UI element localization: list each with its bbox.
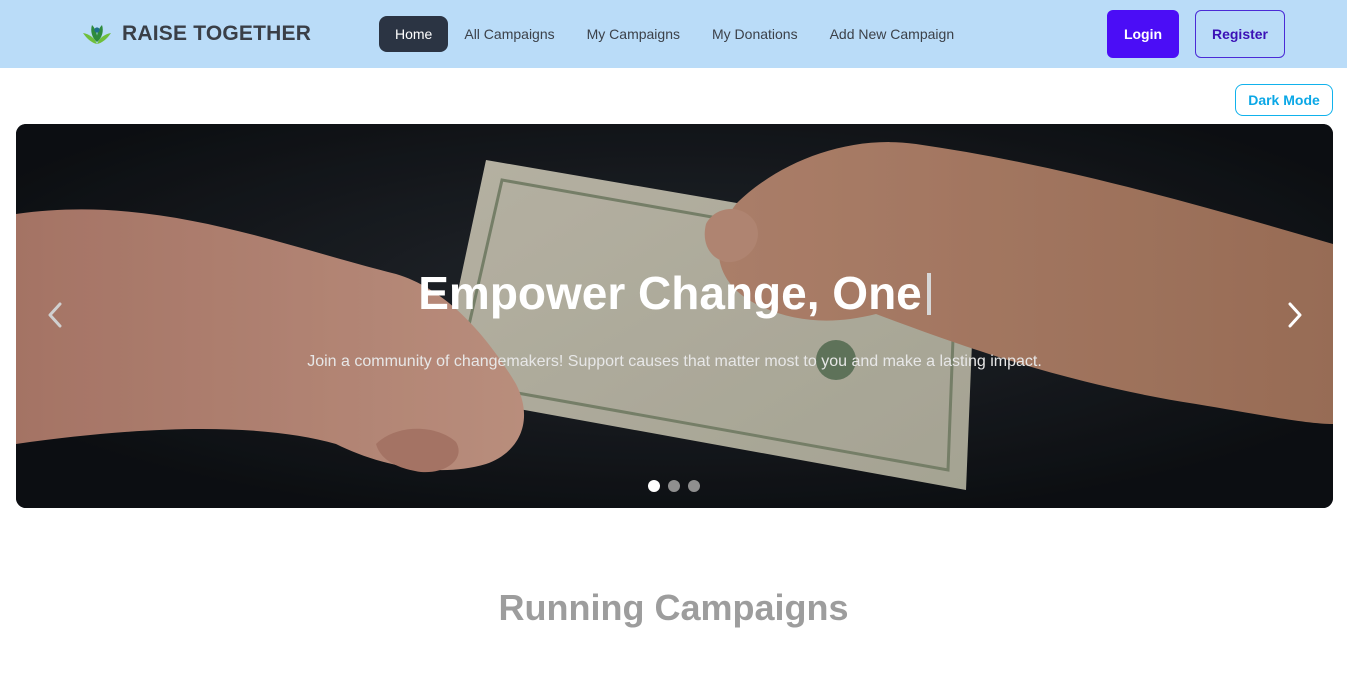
register-button[interactable]: Register <box>1195 10 1285 58</box>
top-navbar: RAISE TOGETHER Home All Campaigns My Cam… <box>0 0 1347 68</box>
nav-link-home[interactable]: Home <box>379 16 449 52</box>
running-campaigns-heading: Running Campaigns <box>498 587 849 628</box>
main-nav: Home All Campaigns My Campaigns My Donat… <box>379 16 970 52</box>
carousel-prev-button[interactable] <box>40 300 70 330</box>
nav-link-all-campaigns[interactable]: All Campaigns <box>448 16 570 52</box>
hero-carousel: Empower Change, One Join a community of … <box>16 124 1333 508</box>
chevron-right-icon <box>1288 302 1302 328</box>
carousel-next-button[interactable] <box>1280 300 1310 330</box>
carousel-dot-3[interactable] <box>688 480 700 492</box>
hero-title: Empower Change, One <box>16 266 1333 320</box>
hero-subtitle: Join a community of changemakers! Suppor… <box>307 353 1042 370</box>
leaf-logo-icon <box>83 25 111 44</box>
carousel-dot-1[interactable] <box>648 480 660 492</box>
typing-cursor <box>926 273 931 315</box>
hero-title-text: Empower Change, One <box>418 267 922 319</box>
dark-mode-toggle[interactable]: Dark Mode <box>1235 84 1333 116</box>
carousel-dot-2[interactable] <box>668 480 680 492</box>
brand[interactable]: RAISE TOGETHER <box>82 20 311 48</box>
nav-link-add-new-campaign[interactable]: Add New Campaign <box>814 16 971 52</box>
carousel-indicators <box>648 480 708 492</box>
login-button[interactable]: Login <box>1107 10 1179 58</box>
brand-name: RAISE TOGETHER <box>122 22 312 45</box>
nav-link-my-campaigns[interactable]: My Campaigns <box>571 16 696 52</box>
chevron-left-icon <box>48 302 62 328</box>
nav-link-my-donations[interactable]: My Donations <box>696 16 814 52</box>
